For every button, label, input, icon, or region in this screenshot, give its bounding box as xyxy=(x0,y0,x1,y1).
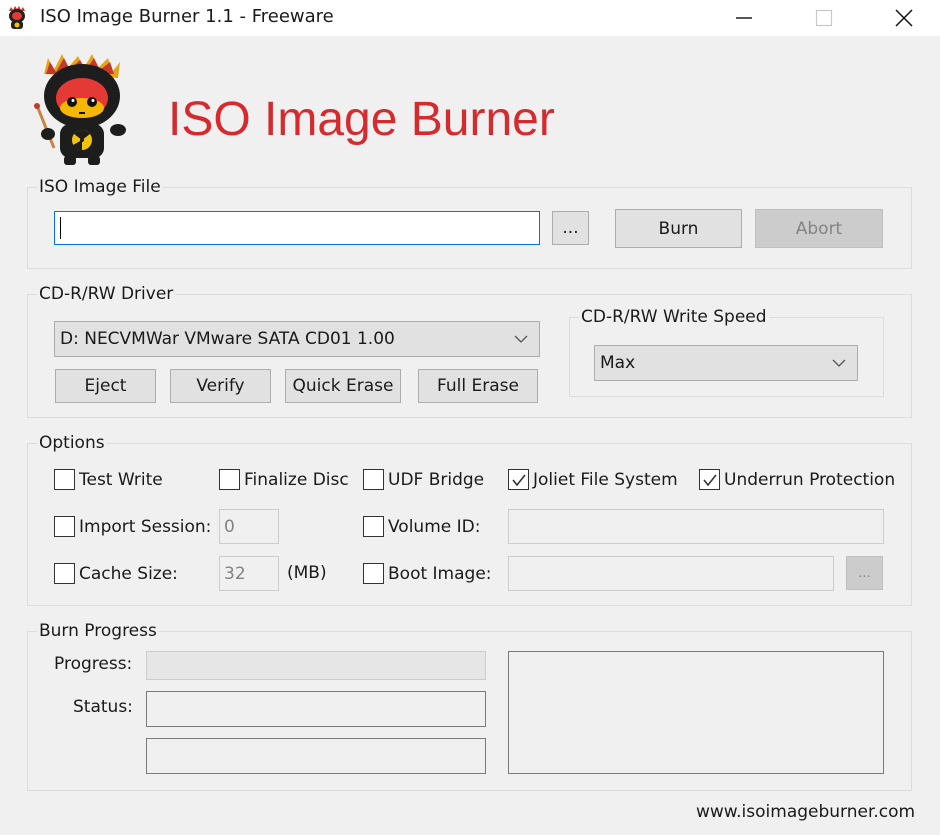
checkbox-box[interactable] xyxy=(363,516,384,537)
progress-label: Progress: xyxy=(54,654,133,674)
maximize-icon xyxy=(815,9,833,27)
minimize-button[interactable] xyxy=(704,0,784,36)
options-group-label: Options xyxy=(37,433,107,453)
abort-button[interactable]: Abort xyxy=(755,209,883,248)
import-session-checkbox[interactable]: Import Session: xyxy=(54,516,211,537)
text-caret xyxy=(60,217,61,239)
joliet-checkbox[interactable]: Joliet File System xyxy=(508,469,678,490)
app-icon xyxy=(9,6,25,29)
udf-bridge-checkbox[interactable]: UDF Bridge xyxy=(363,469,484,490)
import-session-label: Import Session: xyxy=(79,516,212,537)
checkbox-box[interactable] xyxy=(508,469,529,490)
status-label: Status: xyxy=(73,697,133,717)
underrun-protection-checkbox[interactable]: Underrun Protection xyxy=(699,469,895,490)
checkmark-icon xyxy=(512,474,526,487)
write-speed-label: CD-R/RW Write Speed xyxy=(579,307,769,327)
drive-select-value: D: NECVMWar VMware SATA CD01 1.00 xyxy=(60,329,395,349)
iso-path-input[interactable] xyxy=(54,211,540,245)
test-write-checkbox[interactable]: Test Write xyxy=(54,469,163,490)
iso-image-file-label: ISO Image File xyxy=(37,177,163,197)
import-session-input[interactable]: 0 xyxy=(219,509,279,544)
volume-id-checkbox[interactable]: Volume ID: xyxy=(363,516,480,537)
checkbox-box[interactable] xyxy=(54,563,75,584)
checkbox-box[interactable] xyxy=(699,469,720,490)
cache-size-label: Cache Size: xyxy=(79,563,178,584)
full-erase-button[interactable]: Full Erase xyxy=(418,369,538,403)
boot-image-checkbox[interactable]: Boot Image: xyxy=(363,563,492,584)
status-field-secondary xyxy=(146,738,486,774)
website-link[interactable]: www.isoimageburner.com xyxy=(696,802,915,822)
status-field xyxy=(146,691,486,727)
udf-bridge-label: UDF Bridge xyxy=(388,469,485,490)
log-panel xyxy=(508,651,884,774)
write-speed-value: Max xyxy=(600,353,636,373)
cache-size-input[interactable]: 32 xyxy=(219,556,279,591)
browse-iso-button[interactable]: ... xyxy=(552,211,589,245)
chevron-down-icon xyxy=(832,359,846,367)
checkbox-box[interactable] xyxy=(363,469,384,490)
window-title: ISO Image Burner 1.1 - Freeware xyxy=(40,6,334,27)
minimize-icon xyxy=(736,17,752,19)
finalize-disc-checkbox[interactable]: Finalize Disc xyxy=(219,469,349,490)
test-write-label: Test Write xyxy=(79,469,163,490)
quick-erase-button[interactable]: Quick Erase xyxy=(285,369,401,403)
close-button[interactable] xyxy=(864,0,940,36)
eject-button[interactable]: Eject xyxy=(55,369,156,403)
mascot-logo xyxy=(34,54,126,165)
checkbox-box[interactable] xyxy=(54,469,75,490)
volume-id-input[interactable] xyxy=(508,509,884,544)
volume-id-label: Volume ID: xyxy=(388,516,481,537)
checkmark-icon xyxy=(703,474,717,487)
cache-size-checkbox[interactable]: Cache Size: xyxy=(54,563,178,584)
brand-title: ISO Image Burner xyxy=(168,93,555,146)
verify-button[interactable]: Verify xyxy=(170,369,271,403)
boot-image-label: Boot Image: xyxy=(388,563,492,584)
boot-image-input[interactable] xyxy=(508,556,834,591)
browse-boot-image-button[interactable]: ... xyxy=(846,556,883,590)
checkbox-box[interactable] xyxy=(219,469,240,490)
drive-select[interactable]: D: NECVMWar VMware SATA CD01 1.00 xyxy=(54,321,540,357)
maximize-button[interactable] xyxy=(784,0,864,36)
driver-group-label: CD-R/RW Driver xyxy=(37,284,176,304)
checkbox-box[interactable] xyxy=(54,516,75,537)
finalize-disc-label: Finalize Disc xyxy=(244,469,349,490)
burn-progress-label: Burn Progress xyxy=(37,621,159,641)
write-speed-select[interactable]: Max xyxy=(594,345,858,381)
burn-button[interactable]: Burn xyxy=(615,209,742,248)
checkbox-box[interactable] xyxy=(363,563,384,584)
chevron-down-icon xyxy=(514,335,528,343)
progress-bar xyxy=(146,651,486,680)
cache-size-unit: (MB) xyxy=(287,563,327,583)
close-icon xyxy=(895,9,913,27)
underrun-protection-label: Underrun Protection xyxy=(724,469,896,490)
title-bar: ISO Image Burner 1.1 - Freeware xyxy=(0,0,940,36)
joliet-label: Joliet File System xyxy=(533,469,678,490)
